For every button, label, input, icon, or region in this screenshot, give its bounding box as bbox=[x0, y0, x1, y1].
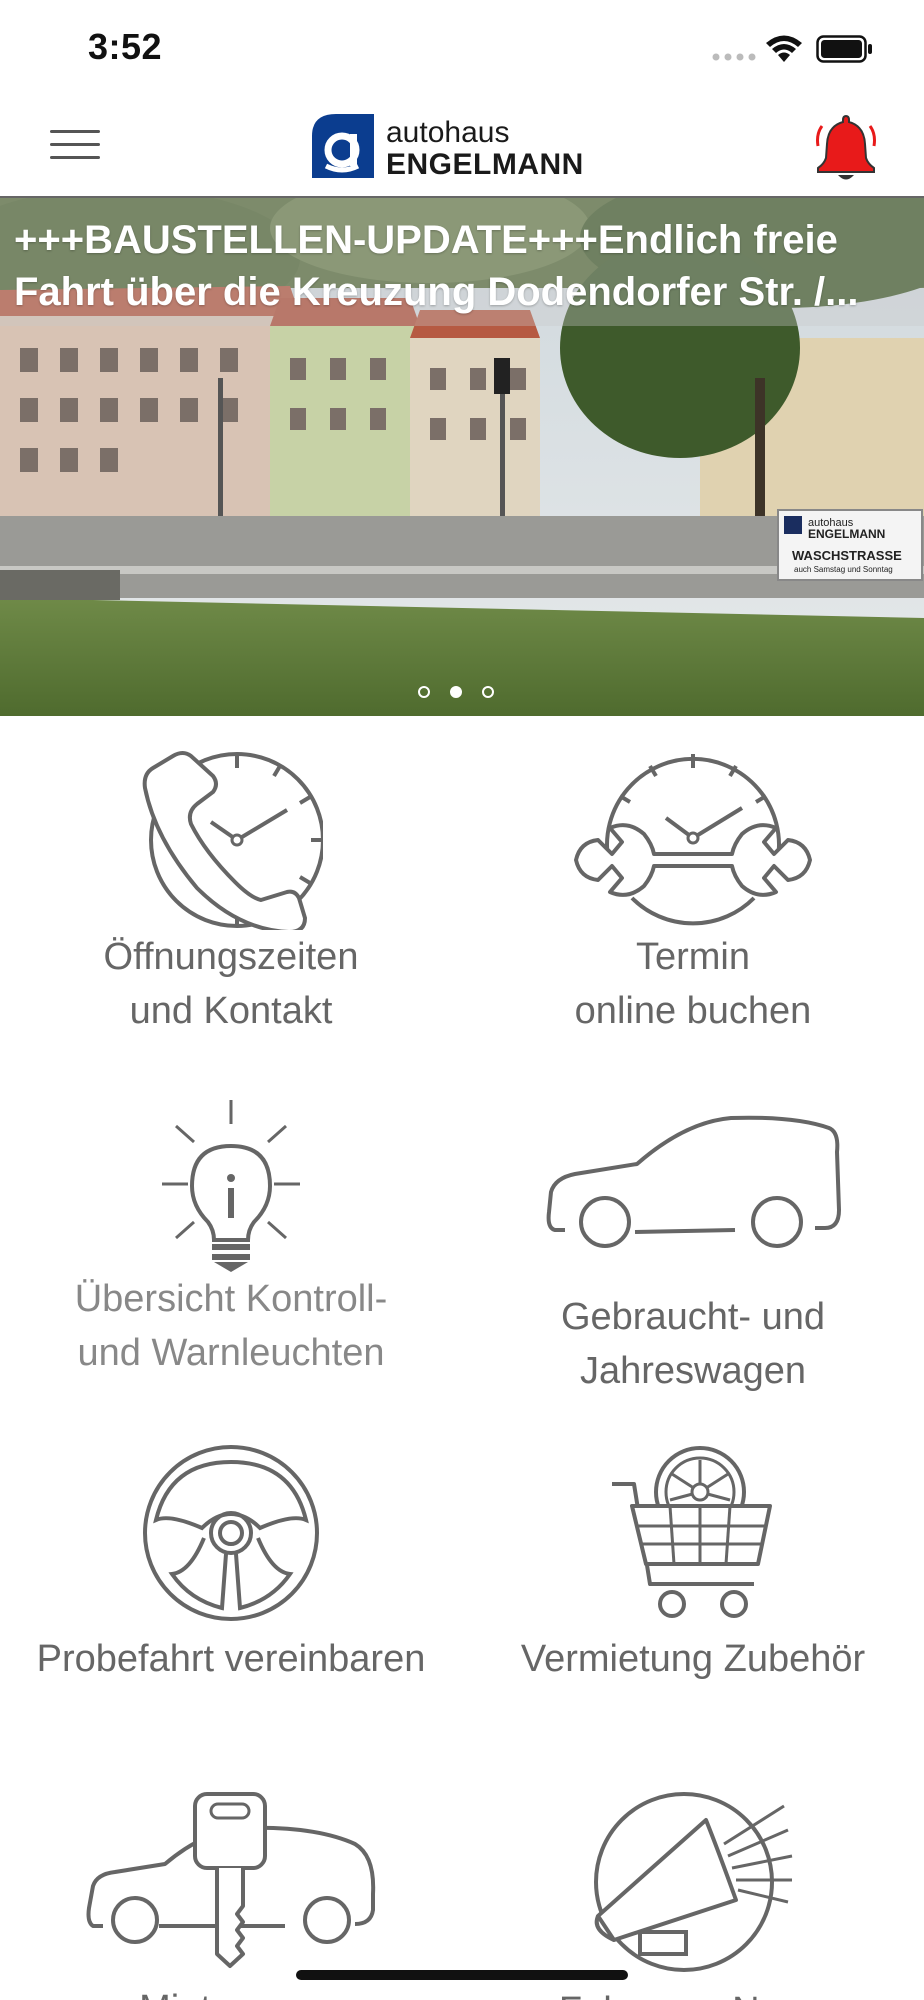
clock-wrench-icon bbox=[574, 754, 812, 926]
tile-test-drive[interactable]: Probefahrt vereinbaren bbox=[0, 1444, 462, 1686]
slider-pagination bbox=[418, 686, 494, 698]
tile-label-line1: Termin bbox=[635, 936, 751, 978]
sign-text-big: ENGELMANN bbox=[808, 527, 885, 541]
slider-dot-3[interactable] bbox=[482, 686, 494, 698]
tile-label-line1: Gebraucht- und bbox=[560, 1296, 826, 1338]
news-caption-text[interactable]: +++BAUSTELLEN-UPDATE+++Endlich freie Fah… bbox=[14, 214, 914, 324]
autohaus-engelmann-logo: autohaus ENGELMANN bbox=[312, 114, 612, 184]
clock-phone-icon bbox=[142, 751, 323, 930]
tile-label-line2: und Warnleuchten bbox=[77, 1332, 385, 1374]
tile-accessory-rental[interactable]: Vermietung Zubehör bbox=[462, 1444, 924, 1686]
tile-label-line1: Übersicht Kontroll- bbox=[74, 1278, 388, 1320]
sign-text-line1: WASCHSTRASSE bbox=[792, 548, 902, 563]
tile-opening-hours-contact[interactable]: Öffnungszeiten und Kontakt bbox=[0, 748, 462, 1038]
news-slider[interactable]: autohaus ENGELMANN WASCHSTRASSE auch Sam… bbox=[0, 198, 924, 716]
battery-icon bbox=[816, 35, 872, 63]
logo-text-small: autohaus bbox=[386, 116, 510, 149]
slider-dot-1[interactable] bbox=[418, 686, 430, 698]
tile-label-line1: Öffnungszeiten bbox=[103, 936, 359, 978]
top-navigation-bar: autohaus ENGELMANN bbox=[0, 100, 924, 198]
tile-vehicle-news[interactable]: Fahrzeug-News bbox=[462, 1790, 924, 2000]
logo-mark-icon bbox=[312, 114, 374, 178]
waschstrasse-sign: autohaus ENGELMANN WASCHSTRASSE auch Sam… bbox=[777, 509, 923, 581]
megaphone-icon bbox=[594, 1792, 793, 1972]
cart-rim-icon bbox=[612, 1446, 772, 1618]
cellular-signal-icon bbox=[712, 53, 756, 61]
status-time: 3:52 bbox=[88, 26, 163, 67]
tile-rental-car[interactable]: Mietwagen bbox=[0, 1790, 462, 2000]
tile-label-line2: und Kontakt bbox=[129, 990, 333, 1032]
car-icon bbox=[546, 1115, 841, 1248]
home-indicator[interactable] bbox=[296, 1970, 628, 1980]
tile-label-line2: online buchen bbox=[574, 990, 812, 1032]
notification-bell-icon[interactable] bbox=[814, 112, 878, 184]
lightbulb-info-icon bbox=[162, 1100, 300, 1272]
steering-wheel-icon bbox=[143, 1445, 319, 1621]
tile-label-line2: Jahreswagen bbox=[579, 1350, 807, 1392]
tile-online-appointment[interactable]: Termin online buchen bbox=[462, 748, 924, 1038]
tile-label-line1: Probefahrt vereinbaren bbox=[36, 1638, 426, 1680]
status-bar: 3:52 bbox=[0, 0, 924, 100]
tile-label-line1: Vermietung Zubehör bbox=[520, 1638, 866, 1680]
sign-text-line2: auch Samstag und Sonntag bbox=[794, 565, 893, 574]
logo-text-big: ENGELMANN bbox=[386, 148, 584, 181]
tile-label-line1: Mietwagen bbox=[0, 1982, 462, 2000]
slider-dot-2[interactable] bbox=[450, 686, 462, 698]
tile-warning-lights-overview[interactable]: Übersicht Kontroll- und Warnleuchten bbox=[0, 1098, 462, 1380]
tile-label-line1: Fahrzeug-News bbox=[462, 1984, 924, 2000]
news-caption-overlay[interactable]: +++BAUSTELLEN-UPDATE+++Endlich freie Fah… bbox=[0, 198, 924, 326]
car-key-icon bbox=[86, 1792, 376, 1968]
tile-used-cars[interactable]: Gebraucht- und Jahreswagen bbox=[462, 1112, 924, 1398]
wifi-icon bbox=[766, 35, 802, 62]
hamburger-menu-icon[interactable] bbox=[50, 130, 100, 166]
